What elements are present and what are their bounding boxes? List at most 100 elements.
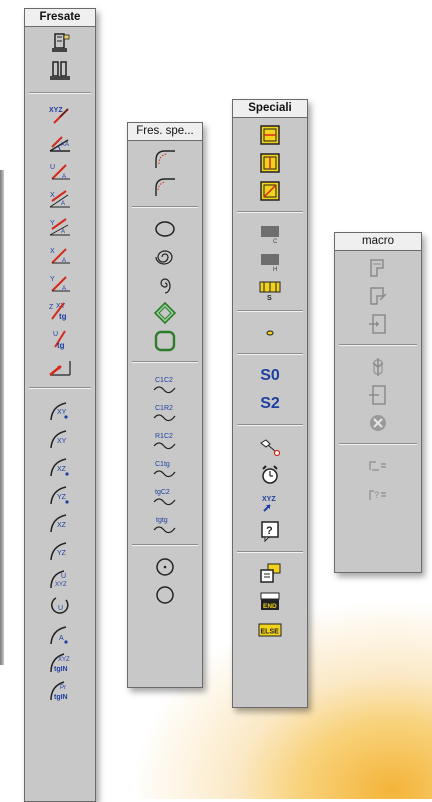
fresate-palette: Fresate XYZ XA UA XA YA XA YA Z tg U tg …	[24, 8, 96, 802]
xyz-line-icon[interactable]: XYZ	[25, 101, 95, 129]
xa-line-icon[interactable]: XA	[25, 241, 95, 269]
rounded-square-icon[interactable]	[128, 327, 202, 355]
macro-insert-icon[interactable]	[335, 310, 421, 338]
macro-title: macro	[335, 233, 421, 251]
diamond-icon[interactable]	[128, 299, 202, 327]
macro-export-icon[interactable]	[335, 381, 421, 409]
svg-text:U: U	[50, 164, 55, 171]
tg-tg-icon[interactable]: tgtg	[128, 510, 202, 538]
arc-yz-2-icon[interactable]: YZ	[25, 536, 95, 564]
end-icon[interactable]: END	[233, 588, 307, 616]
path-move-icon[interactable]	[233, 433, 307, 461]
svg-text:XYZ: XYZ	[262, 496, 276, 503]
ua-line-icon[interactable]: UA	[25, 157, 95, 185]
svg-text:YZ: YZ	[57, 550, 67, 557]
s0-button[interactable]: S0	[233, 362, 307, 390]
svg-text:END: END	[263, 603, 277, 610]
r1-c2-icon[interactable]: R1C2	[128, 426, 202, 454]
svg-text:S: S	[267, 295, 272, 302]
svg-text:XYZ: XYZ	[55, 582, 67, 588]
circle-center-icon[interactable]	[128, 553, 202, 581]
svg-text:XZ: XZ	[57, 522, 67, 529]
svg-text:U: U	[58, 605, 63, 612]
svg-text:C1tg: C1tg	[155, 461, 170, 468]
macro-query-assign-icon[interactable]: ?	[335, 480, 421, 508]
arc-xz-icon[interactable]: XZ	[25, 452, 95, 480]
frame-diagonal-icon[interactable]	[233, 177, 307, 205]
svg-text:tgC2: tgC2	[155, 489, 170, 496]
speciali-title: Speciali	[233, 100, 307, 118]
arc-xy-icon[interactable]: XY	[25, 396, 95, 424]
block-s-icon[interactable]: S	[233, 276, 307, 304]
svg-text:XY: XY	[57, 409, 67, 416]
xy-tangent-icon[interactable]: ZXYtg	[25, 297, 95, 325]
s2-button[interactable]: S2	[233, 390, 307, 418]
else-icon[interactable]: ELSE	[233, 616, 307, 644]
svg-text:A: A	[62, 174, 66, 180]
fres-spe-palette: Fres. spe... C1C2 C1R2 R1C2 C1tg tgC2 tg…	[127, 122, 203, 688]
arc-xyz-tgin-icon[interactable]: XYZ tgIN	[25, 648, 95, 676]
ellipse-icon[interactable]	[128, 215, 202, 243]
spiral-icon[interactable]	[128, 243, 202, 271]
svg-text:XZ: XZ	[57, 466, 67, 473]
arc-xz-2-icon[interactable]: XZ	[25, 508, 95, 536]
fresate-title: Fresate	[25, 9, 95, 27]
arc-u-xyz-icon[interactable]: U XYZ	[25, 564, 95, 592]
tg-c2-icon[interactable]: tgC2	[128, 482, 202, 510]
point-icon[interactable]	[233, 319, 307, 347]
macro-assign-icon[interactable]	[335, 452, 421, 480]
double-clamp-icon[interactable]	[25, 58, 95, 86]
svg-text:C1C2: C1C2	[155, 377, 173, 384]
alarm-clock-icon[interactable]	[233, 461, 307, 489]
speciali-palette: Speciali C H S S0 S2 XYZ ? END ELSE	[232, 99, 308, 708]
macro-edit-icon[interactable]	[335, 282, 421, 310]
circle-icon[interactable]	[128, 581, 202, 609]
arc-pr-tgin-icon[interactable]: Pr tgIN	[25, 676, 95, 704]
c1-tg-icon[interactable]: C1tg	[128, 454, 202, 482]
svg-text:tgIN: tgIN	[54, 666, 68, 673]
svg-text:C: C	[273, 239, 278, 245]
arc-xy-2-icon[interactable]: XY	[25, 424, 95, 452]
macro-branch-icon[interactable]	[335, 353, 421, 381]
svg-text:tgtg: tgtg	[156, 517, 168, 524]
circle-u-icon[interactable]: U	[25, 592, 95, 620]
svg-text:Y: Y	[50, 220, 55, 227]
s2-label: S2	[260, 395, 280, 412]
xyz-arrow-icon[interactable]: XYZ	[233, 489, 307, 517]
fillet-dotted-icon[interactable]	[128, 144, 202, 172]
frame-horizontal-icon[interactable]	[233, 121, 307, 149]
svg-text:?: ?	[266, 525, 273, 537]
svg-text:ELSE: ELSE	[261, 629, 280, 636]
macro-call-icon[interactable]	[233, 560, 307, 588]
incline-xa-icon[interactable]: XA	[25, 129, 95, 157]
ya-line-icon[interactable]: YA	[25, 269, 95, 297]
block-h-icon[interactable]: H	[233, 248, 307, 276]
svg-text:X: X	[50, 248, 55, 255]
arc-a-icon[interactable]: A	[25, 620, 95, 648]
arc-yz-icon[interactable]: YZ	[25, 480, 95, 508]
frame-vertical-icon[interactable]	[233, 149, 307, 177]
cr-c2-icon[interactable]: C1C2	[128, 370, 202, 398]
macro-open-icon[interactable]	[335, 254, 421, 282]
svg-text:tgIN: tgIN	[54, 694, 68, 701]
xa-incline-icon[interactable]: XA	[25, 185, 95, 213]
tool-holder-icon[interactable]	[25, 30, 95, 58]
spiral-vertical-icon[interactable]	[128, 271, 202, 299]
svg-text:A: A	[59, 635, 64, 642]
u-tangent-icon[interactable]: Utg	[25, 325, 95, 353]
block-c-icon[interactable]: C	[233, 220, 307, 248]
svg-text:A: A	[61, 229, 65, 235]
svg-text:A: A	[62, 286, 66, 292]
ya-incline-icon[interactable]: YA	[25, 213, 95, 241]
macro-palette: macro ?	[334, 232, 422, 573]
fillet-icon[interactable]	[128, 172, 202, 200]
angle-line-icon[interactable]	[25, 353, 95, 381]
macro-cancel-icon[interactable]	[335, 409, 421, 437]
s0-label: S0	[260, 367, 280, 384]
fres-spe-title: Fres. spe...	[128, 123, 202, 141]
cr-r2-icon[interactable]: C1R2	[128, 398, 202, 426]
svg-text:C1R2: C1R2	[155, 405, 173, 412]
svg-text:XYZ: XYZ	[58, 657, 70, 663]
svg-text:Y: Y	[50, 276, 55, 283]
question-icon[interactable]: ?	[233, 517, 307, 545]
